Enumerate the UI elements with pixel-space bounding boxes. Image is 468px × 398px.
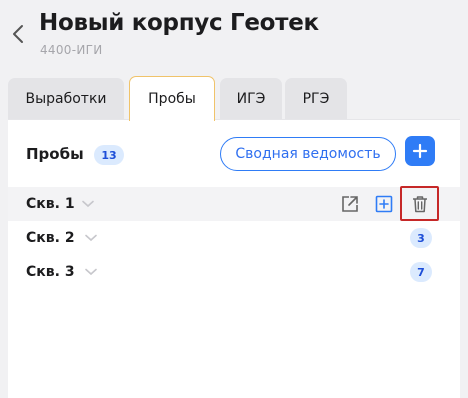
section-title: Пробы [26,145,84,163]
borehole-row-2[interactable]: Скв. 2 3 [8,221,460,255]
tab-proby[interactable]: Пробы [129,76,215,121]
back-button[interactable] [9,22,27,46]
chevron-left-icon [13,25,23,43]
summary-sheet-button[interactable]: Сводная ведомость [220,137,396,171]
borehole-row-3[interactable]: Скв. 3 7 [8,255,460,289]
row-count-badge: 3 [410,228,432,248]
plus-square-icon [375,195,393,213]
chevron-down-icon[interactable] [85,268,97,276]
borehole-label: Скв. 3 [26,264,75,280]
chevron-down-icon[interactable] [82,200,94,208]
borehole-row-1[interactable]: Скв. 1 [8,186,460,221]
borehole-label: Скв. 1 [26,196,75,212]
open-external-button[interactable] [339,193,361,215]
add-sample-to-borehole-button[interactable] [373,193,395,215]
tab-vyrabotki[interactable]: Выработки [8,78,124,120]
tab-ige[interactable]: ИГЭ [220,78,282,120]
tab-rge[interactable]: РГЭ [285,78,347,120]
page-title: Новый корпус Геотек [39,10,319,36]
trash-icon [412,195,427,212]
chevron-down-icon[interactable] [85,234,97,242]
page-subtitle: 4400-ИГИ [40,43,103,57]
borehole-label: Скв. 2 [26,230,75,246]
samples-count-badge: 13 [94,145,124,165]
page-header: Новый корпус Геотек 4400-ИГИ [0,0,468,76]
delete-button[interactable] [400,186,439,221]
samples-panel: Пробы 13 Сводная ведомость Скв. 1 Скв. 2… [8,119,460,398]
open-external-icon [342,196,358,212]
plus-icon [412,143,428,159]
row-count-badge: 7 [410,262,432,282]
add-sample-button[interactable] [405,136,435,166]
